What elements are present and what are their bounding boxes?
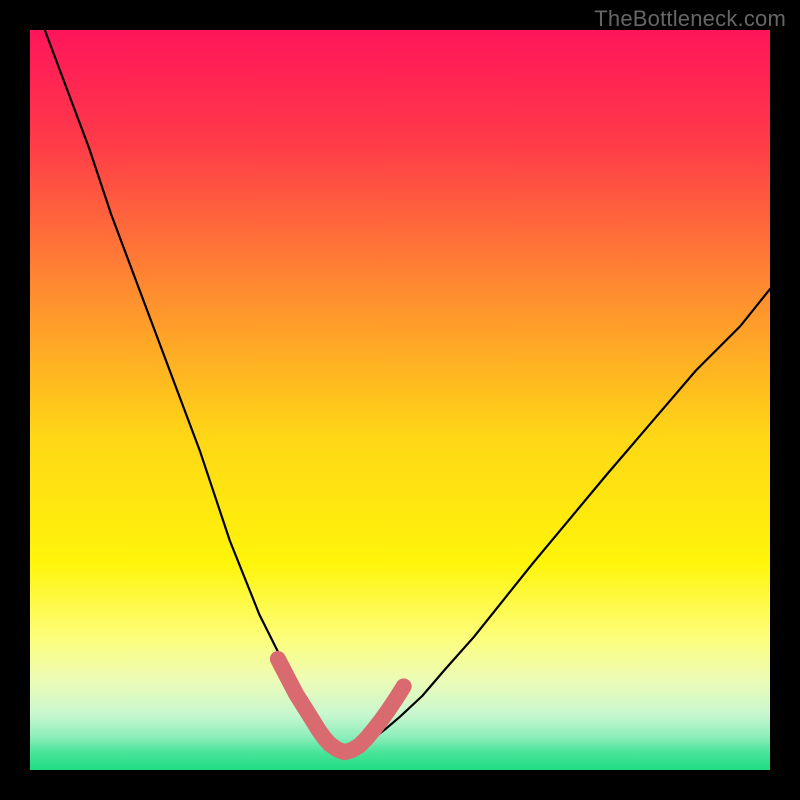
gradient-background	[30, 30, 770, 770]
chart-svg	[30, 30, 770, 770]
plot-area	[30, 30, 770, 770]
chart-container: TheBottleneck.com	[0, 0, 800, 800]
watermark-label: TheBottleneck.com	[594, 6, 786, 32]
